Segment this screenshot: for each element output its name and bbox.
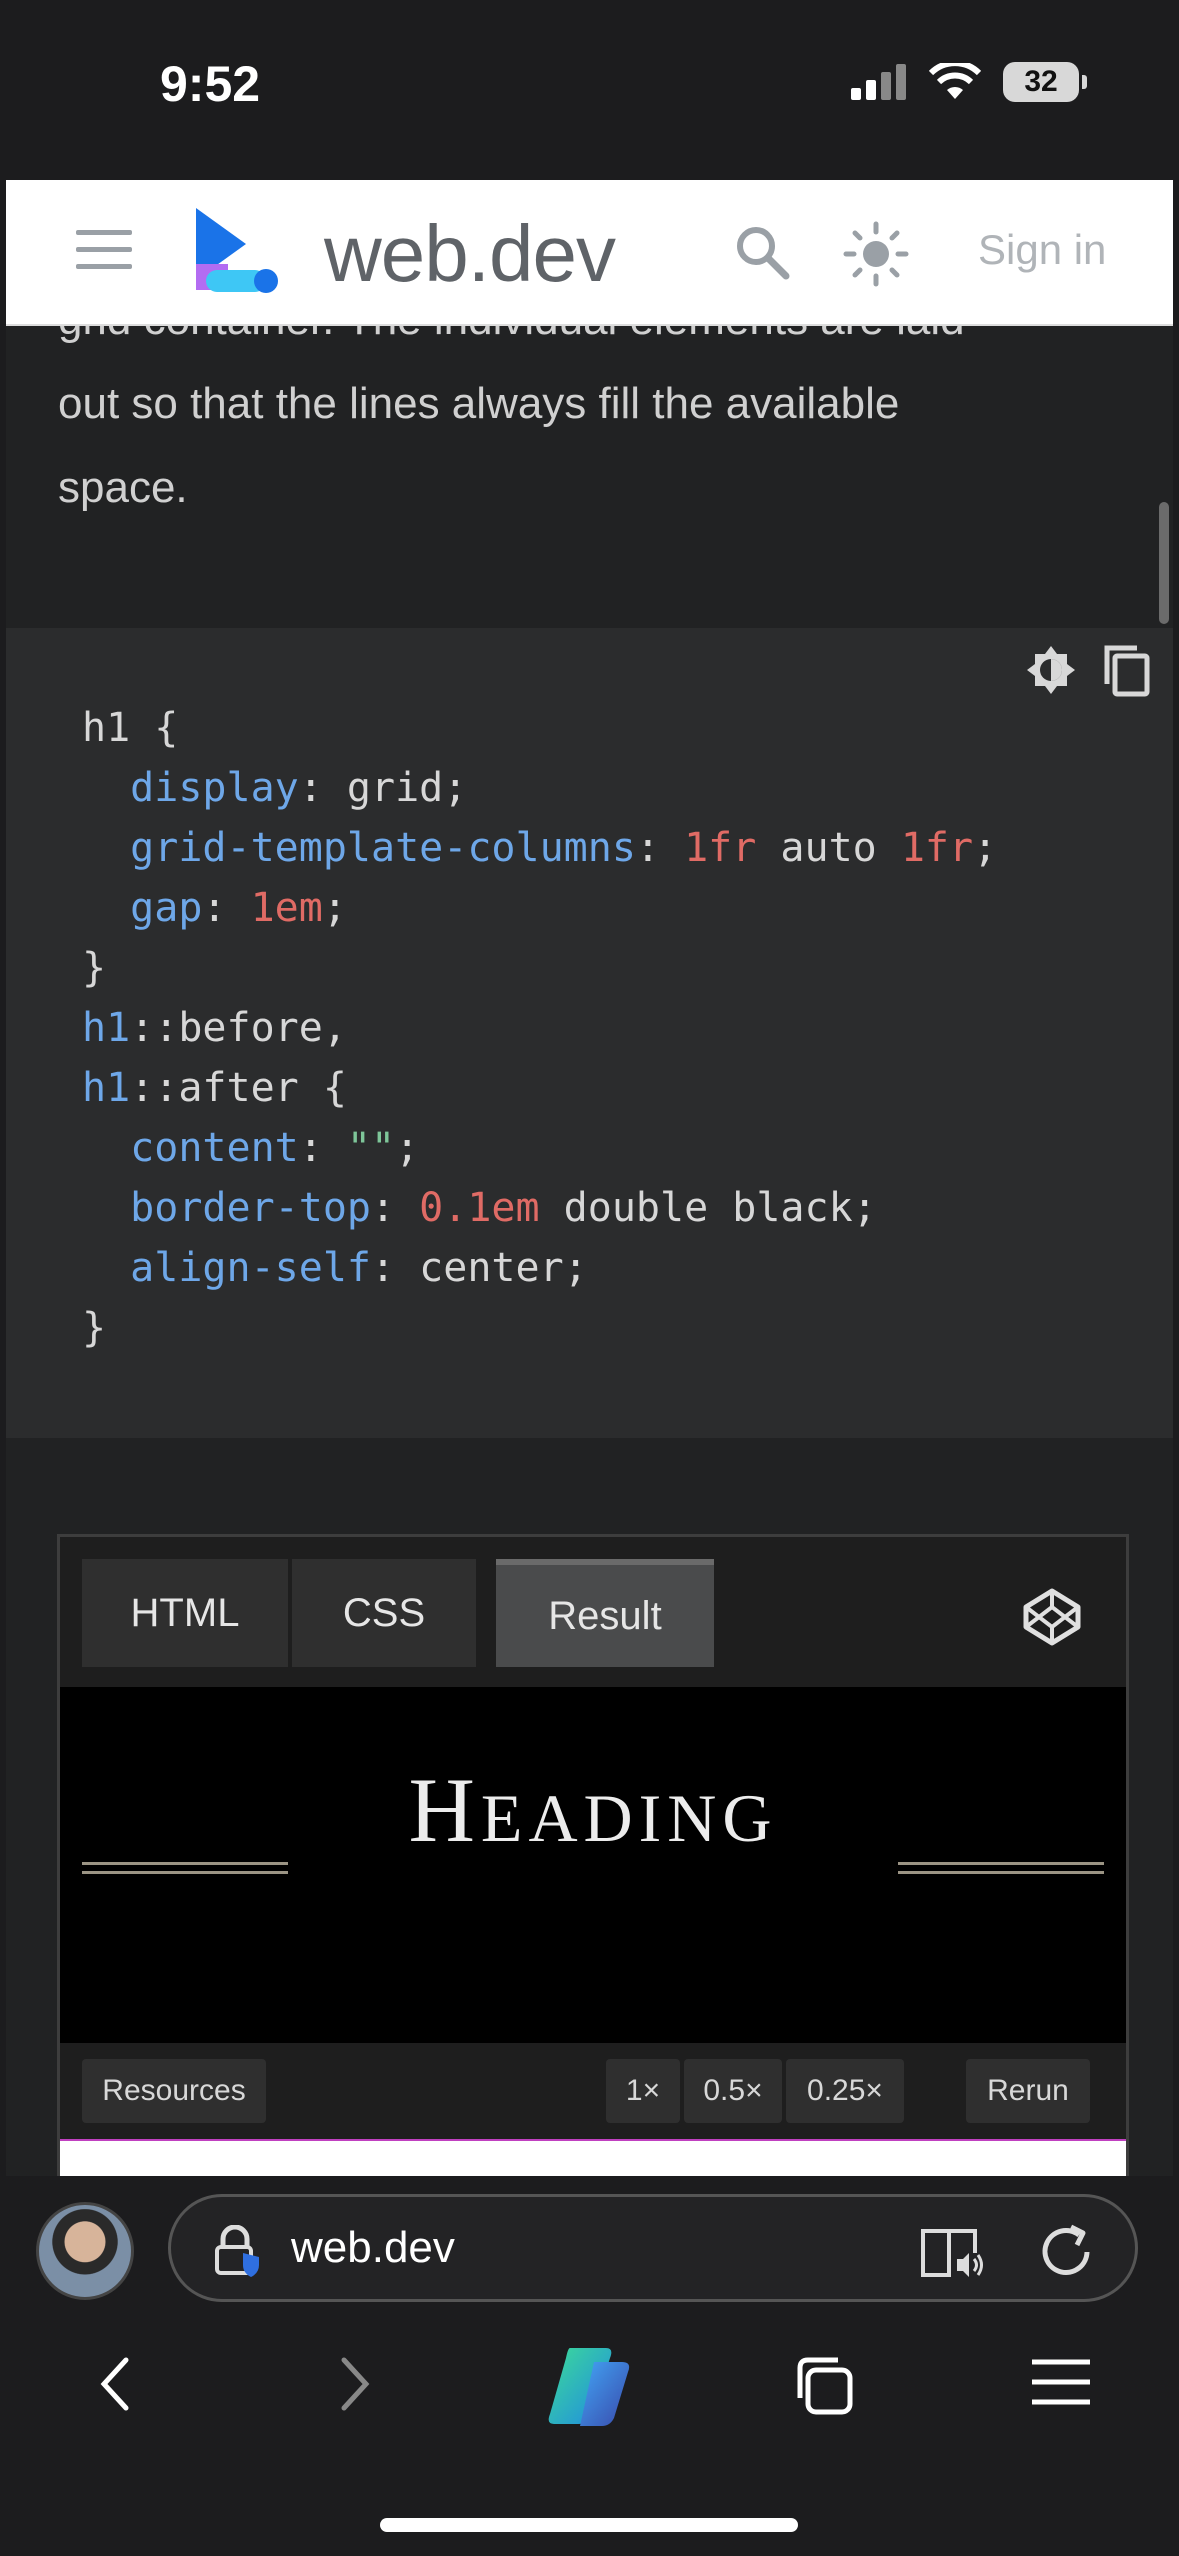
lock-shield-icon [215, 2225, 259, 2277]
grid-guide-overlay [60, 2139, 1126, 2176]
preview-heading: HEADING [408, 1759, 778, 1861]
article-content: grid container. The individual elements … [6, 326, 1173, 2176]
copy-icon[interactable] [1101, 642, 1153, 698]
code-block: h1 { display: grid; grid-template-column… [6, 628, 1173, 1438]
status-time: 9:52 [160, 56, 261, 112]
page-scrollbar[interactable] [1159, 502, 1169, 624]
copilot-icon[interactable] [540, 2344, 636, 2428]
signal-icon [851, 64, 906, 100]
address-bar[interactable]: web.dev [168, 2194, 1138, 2302]
tab-html[interactable]: HTML [82, 1559, 288, 1667]
paragraph-line: space. [58, 463, 188, 512]
tab-css[interactable]: CSS [292, 1559, 476, 1667]
article-paragraph: grid container. The individual elements … [58, 326, 1098, 530]
embed-toolbar: Resources 1× 0.5× 0.25× Rerun [60, 2043, 1126, 2139]
zoom-1x-button[interactable]: 1× [606, 2059, 680, 2123]
tab-result[interactable]: Result [496, 1559, 714, 1667]
home-indicator[interactable] [380, 2518, 798, 2532]
profile-avatar[interactable] [36, 2202, 134, 2300]
zoom-quarter-button[interactable]: 0.25× [786, 2059, 904, 2123]
code-actions [1023, 642, 1153, 698]
code-token: grid-template-columns [130, 825, 636, 871]
codepen-embed: HTML CSS Result HEADING Resources 1× 0.5… [57, 1534, 1129, 2176]
tabs-icon[interactable] [792, 2354, 856, 2418]
heading-decoration-left [82, 1862, 288, 1874]
url-text[interactable]: web.dev [291, 2223, 455, 2273]
code-token: gap [130, 885, 203, 931]
battery-icon: 32 [1003, 62, 1087, 102]
web-dev-logo[interactable] [186, 202, 286, 298]
sign-in-link[interactable]: Sign in [978, 226, 1106, 274]
zoom-half-button[interactable]: 0.5× [684, 2059, 782, 2123]
codepen-icon[interactable] [1022, 1587, 1082, 1647]
site-header: web.dev Sign in [6, 180, 1173, 326]
code-theme-icon[interactable] [1023, 642, 1079, 698]
code-line: h1 { [82, 705, 179, 751]
embed-tabs: HTML CSS Result [60, 1537, 1126, 1687]
result-preview: HEADING [60, 1687, 1126, 2043]
paragraph-line: out so that the lines always fill the av… [58, 379, 900, 428]
code-token: display [130, 765, 299, 811]
battery-level: 32 [1024, 65, 1058, 98]
wifi-icon [929, 63, 981, 99]
read-aloud-icon[interactable] [919, 2225, 985, 2281]
css-code: h1 { display: grid; grid-template-column… [82, 705, 998, 1351]
forward-icon[interactable] [334, 2354, 374, 2414]
browser-toolbar: web.dev [0, 2176, 1179, 2556]
status-bar: 9:52 32 [0, 0, 1179, 180]
paragraph-line: grid container. The individual elements … [58, 326, 1098, 362]
menu-icon[interactable] [1030, 2354, 1092, 2410]
brand-name[interactable]: web.dev [324, 208, 616, 300]
status-icons: 32 [851, 62, 1087, 102]
heading-decoration-right [898, 1862, 1104, 1874]
menu-icon[interactable] [76, 230, 132, 274]
light-theme-icon[interactable] [842, 220, 910, 288]
search-icon[interactable] [734, 224, 792, 282]
reload-icon[interactable] [1037, 2223, 1095, 2281]
back-icon[interactable] [96, 2354, 136, 2414]
rerun-button[interactable]: Rerun [966, 2059, 1090, 2123]
resources-button[interactable]: Resources [82, 2059, 266, 2123]
